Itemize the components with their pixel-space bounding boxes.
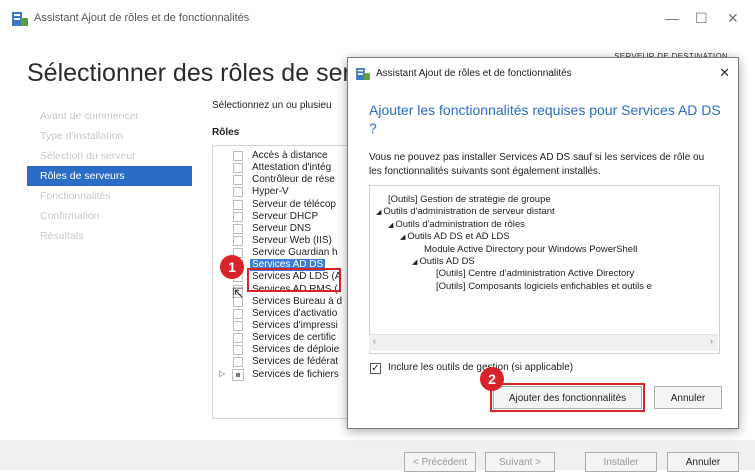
feature-label: Outils AD DS (419, 256, 475, 267)
feature-tree-item: Module Active Directory pour Windows Pow… (424, 244, 637, 255)
highlight-box-services-ad-ds (247, 268, 341, 292)
include-tools-label: Inclure les outils de gestion (si applic… (388, 362, 574, 373)
role-checkbox[interactable] (233, 151, 243, 161)
step-badge-1: 1 (220, 255, 244, 279)
nav-item[interactable]: Rôles de serveurs (27, 166, 192, 186)
include-tools-checkbox[interactable]: ✓ (370, 363, 381, 374)
role-label: Serveur de télécop (252, 198, 336, 210)
feature-tree-item: [Outils] Gestion de stratégie de groupe (388, 194, 551, 205)
highlight-box-add-features (490, 383, 645, 412)
feature-label: Outils d'administration de rôles (395, 218, 525, 230)
cancel-button[interactable]: Annuler (667, 452, 739, 472)
window-title: Assistant Ajout de rôles et de fonctionn… (34, 12, 250, 24)
role-label: Contrôleur de rése (252, 174, 335, 186)
step-badge-2: 2 (480, 367, 504, 391)
mouse-cursor-icon: ⇱ (232, 285, 244, 301)
next-button[interactable]: Suivant > (485, 452, 555, 472)
close-button[interactable]: ✕ (727, 10, 739, 27)
roles-header: Rôles (212, 127, 240, 138)
feature-label: Outils AD DS et AD LDS (407, 231, 510, 243)
nav-item[interactable]: Avant de commencer (27, 106, 192, 126)
role-label: Services de fédérat (252, 356, 339, 368)
role-checkbox[interactable] (233, 199, 243, 210)
scroll-left-icon[interactable]: ‹ (373, 336, 376, 346)
dialog-cancel-button[interactable]: Annuler (654, 386, 722, 409)
role-checkbox[interactable] (233, 211, 243, 222)
feature-tree-item: [Outils] Centre d'administration Active … (436, 268, 634, 279)
minimize-button[interactable]: — (665, 10, 679, 26)
dialog-description: Vous ne pouvez pas installer Services AD… (369, 152, 705, 177)
feature-label: [Outils] Composants logiciels enfichable… (436, 280, 652, 292)
feature-label: Module Active Directory pour Windows Pow… (424, 243, 638, 255)
nav-item[interactable]: Confirmation (27, 206, 192, 226)
maximize-button[interactable]: ☐ (695, 10, 708, 27)
role-checkbox[interactable] (233, 333, 243, 344)
server-manager-icon (12, 12, 28, 26)
role-label: Services de déploie (252, 344, 340, 356)
expand-icon[interactable]: ▷ (219, 368, 225, 380)
role-label: Services de fichiers (252, 368, 339, 380)
server-manager-icon (356, 68, 370, 80)
role-label: Accès à distance (252, 150, 328, 161)
feature-label: [Outils] Centre d'administration Active … (436, 268, 635, 280)
feature-tree-item: [Outils] Composants logiciels enfichable… (436, 281, 652, 292)
role-checkbox[interactable] (233, 235, 243, 246)
feature-label: Outils d'administration de serveur dista… (383, 206, 555, 218)
dialog-heading: Ajouter les fonctionnalités requises pou… (369, 102, 721, 136)
nav-item[interactable]: Résultats (27, 226, 192, 246)
role-label: Serveur DHCP (252, 210, 319, 222)
role-checkbox[interactable] (233, 320, 243, 331)
role-label: Attestation d'intég (252, 162, 332, 174)
role-checkbox[interactable] (232, 368, 244, 381)
role-label: Services d'activatio (252, 307, 338, 319)
install-button[interactable]: Installer (585, 452, 657, 472)
role-label: Hyper-V (252, 186, 289, 198)
feature-label: [Outils] Gestion de stratégie de groupe (388, 194, 551, 205)
horizontal-scrollbar[interactable]: ‹ › (369, 334, 718, 351)
scroll-right-icon[interactable]: › (710, 336, 713, 346)
previous-button[interactable]: < Précédent (404, 452, 476, 472)
role-checkbox[interactable] (233, 223, 243, 234)
feature-tree-item: ◢ Outils AD DS et AD LDS (400, 231, 510, 242)
checkmark-icon: ✓ (371, 363, 380, 374)
wizard-button-bar: < Précédent Suivant > Installer Annuler (0, 440, 755, 472)
page-description: Sélectionnez un ou plusieu (212, 100, 332, 111)
required-features-tree[interactable]: [Outils] Gestion de stratégie de groupe ◢… (369, 185, 720, 354)
role-checkbox[interactable] (233, 163, 243, 174)
role-label: Serveur DNS (252, 222, 311, 234)
nav-item[interactable]: Fonctionnalités (27, 186, 192, 206)
role-checkbox[interactable] (233, 175, 243, 186)
nav-item[interactable]: Type d'installation (27, 126, 192, 146)
wizard-nav: Avant de commencer Type d'installation Sél… (27, 106, 192, 246)
role-checkbox[interactable] (233, 308, 243, 319)
title-bar: Assistant Ajout de rôles et de fonctionn… (0, 0, 755, 36)
role-checkbox[interactable] (233, 345, 243, 356)
role-label: Services Bureau à d (252, 295, 343, 307)
role-label: Services de certific (252, 332, 336, 344)
role-label: Service Guardian h (252, 247, 338, 259)
role-checkbox[interactable] (233, 187, 243, 198)
dialog-title: Assistant Ajout de rôles et de fonctionn… (376, 68, 572, 79)
role-label: Services d'impressi (252, 319, 338, 331)
dialog-close-button[interactable]: ✕ (719, 65, 730, 81)
role-checkbox[interactable] (233, 357, 243, 368)
feature-tree-item: ◢ Outils d'administration de rôles (388, 219, 525, 230)
role-label: Serveur Web (IIS) (252, 234, 332, 246)
nav-item[interactable]: Sélection du serveur (27, 146, 192, 166)
feature-tree-item: ◢ Outils d'administration de serveur dis… (376, 206, 555, 217)
add-features-dialog: Assistant Ajout de rôles et de fonctionn… (347, 57, 739, 429)
feature-tree-item: ◢ Outils AD DS (412, 256, 475, 267)
